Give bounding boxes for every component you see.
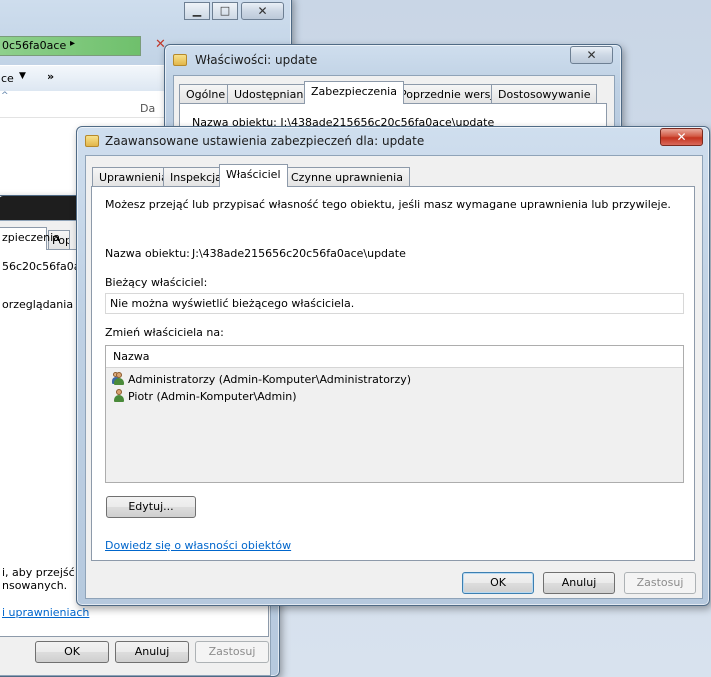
advanced-hint-line2: nsowanych. (2, 579, 68, 592)
learn-permissions-link[interactable]: i uprawnieniach (2, 606, 89, 619)
tab-general-label: Ogólne (186, 88, 226, 101)
tab-effective-permissions[interactable]: Czynne uprawnienia (284, 167, 410, 187)
tab-auditing-label: Inspekcja (170, 171, 222, 184)
address-bar[interactable]: 0c56fa0ace ▸ (0, 36, 141, 56)
object-name-label: Nazwa obiektu: (105, 247, 190, 260)
tab-sharing-label: Udostępnianie (234, 88, 314, 101)
tab-security-label: Zabezpieczenia (311, 85, 397, 98)
advanced-security-dialog: Zaawansowane ustawienia zabezpieczeń dla… (76, 126, 710, 606)
sort-up-icon: ^ (1, 91, 9, 101)
explorer-close-button[interactable]: ✕ (241, 2, 284, 20)
address-chevron-icon: ▸ (70, 38, 76, 49)
chevron-down-icon: ▼ (19, 71, 26, 81)
maximize-button[interactable]: □ (212, 2, 238, 20)
props-left-ok-button[interactable]: OK (35, 641, 109, 663)
owner-row-piotr[interactable]: Piotr (Admin-Komputer\Admin) (112, 388, 297, 405)
minimize-button[interactable]: ▁ (184, 2, 210, 20)
current-owner-field: Nie można wyświetlić bieżącego właścicie… (105, 293, 684, 314)
dialog-title: Zaawansowane ustawienia zabezpieczeń dla… (105, 134, 425, 148)
dialog-close-button[interactable]: ✕ (660, 128, 703, 146)
tab-owner[interactable]: Właściciel (219, 164, 288, 187)
tab-customize[interactable]: Dostosowywanie (491, 84, 598, 104)
tab-security[interactable]: Zabezpieczenia (304, 81, 404, 104)
owner-row-administrators[interactable]: Administratorzy (Admin-Komputer\Administ… (112, 371, 411, 388)
current-owner-label: Bieżący właściciel: (105, 276, 208, 289)
dialog-ok-button[interactable]: OK (462, 572, 534, 594)
address-text: 0c56fa0ace (2, 39, 67, 52)
dialog-cancel-button[interactable]: Anuluj (543, 572, 615, 594)
tab-general[interactable]: Ogólne (179, 84, 233, 104)
properties-close-button[interactable]: ✕ (570, 46, 613, 64)
owner-row-administrators-label: Administratorzy (Admin-Komputer\Administ… (128, 373, 412, 386)
folder-icon (173, 54, 187, 66)
column-date-header[interactable]: Da (140, 102, 155, 115)
toolbar-organize[interactable]: ce (1, 72, 14, 85)
more-chevrons-icon[interactable]: » (47, 70, 54, 83)
properties-window-title: Właściwości: update (195, 53, 318, 67)
object-name-value: J:\438ade215656c20c56fa0ace\update (192, 247, 406, 260)
permissions-hint-fragment: orzeglądania lub (2, 298, 77, 311)
dialog-apply-button[interactable]: Zastosuj (624, 572, 696, 594)
edit-button[interactable]: Edytuj... (106, 496, 196, 518)
learn-ownership-link[interactable]: Dowiedz się o własności obiektów (105, 539, 291, 552)
owner-row-piotr-label: Piotr (Admin-Komputer\Admin) (128, 390, 297, 403)
tab-owner-label: Właściciel (226, 168, 281, 181)
tab-customize-label: Dostosowywanie (498, 88, 591, 101)
props-left-apply-button[interactable]: Zastosuj (195, 641, 269, 663)
owner-list[interactable]: Nazwa Administratorzy (Admin-Komputer\Ad… (105, 345, 684, 483)
user-icon (112, 389, 125, 402)
change-owner-label: Zmień właściciela na: (105, 326, 224, 339)
tab-security-left-label: zpieczenia (2, 231, 60, 244)
advanced-hint-line1: i, aby przejść do (2, 566, 77, 579)
dialog-folder-icon (85, 135, 99, 147)
tab-effective-permissions-label: Czynne uprawnienia (291, 171, 403, 184)
tab-permissions-label: Uprawnienia (99, 171, 168, 184)
list-column-name[interactable]: Nazwa (106, 346, 683, 368)
group-users-icon (112, 372, 125, 385)
tab-security-left[interactable]: zpieczenia (0, 227, 60, 250)
object-name-fragment: 56c20c56fa0a (2, 260, 77, 273)
tab-previous-versions-label: Poprzednie wersje (400, 88, 501, 101)
owner-panel: Możesz przejąć lub przypisać własność te… (91, 186, 695, 561)
props-left-cancel-button[interactable]: Anuluj (115, 641, 189, 663)
owner-intro-text: Możesz przejąć lub przypisać własność te… (105, 198, 671, 211)
